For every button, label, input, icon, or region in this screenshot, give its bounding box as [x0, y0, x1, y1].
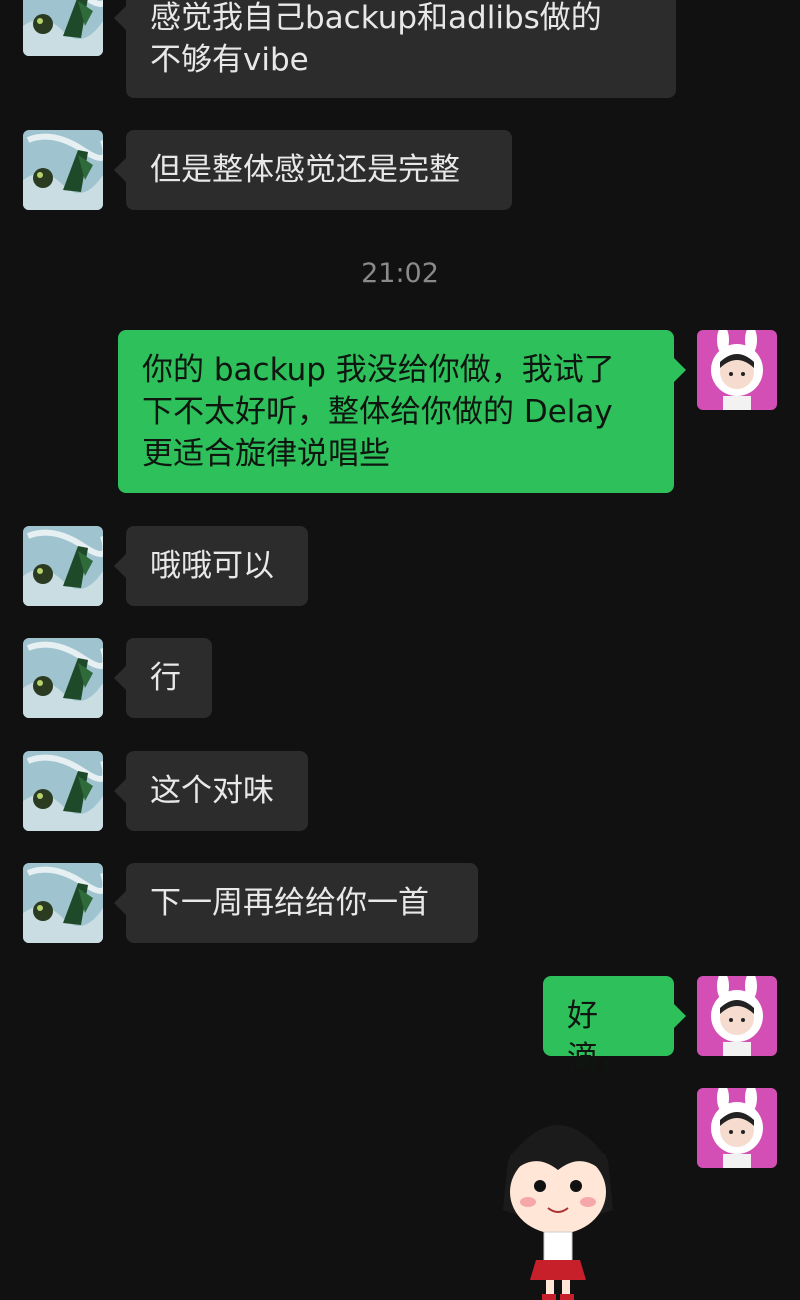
message-bubble[interactable]: 你的 backup 我没给你做，我试了 下不太好听，整体给你做的 Delay 更… — [118, 330, 686, 493]
green-figure-avatar-icon — [23, 526, 103, 606]
message-bubble[interactable]: 哦哦可以 — [114, 526, 308, 606]
message-bubble[interactable]: 行 — [114, 638, 212, 718]
avatar[interactable] — [23, 526, 103, 606]
message-bubble[interactable]: 好滴， — [543, 976, 686, 1076]
message-bubble[interactable]: 感觉我自己backup和adlibs做的 不够有vibe — [114, 0, 676, 98]
green-figure-avatar-icon — [23, 0, 103, 56]
cartoon-girl-sticker-icon[interactable] — [478, 1100, 638, 1300]
my-avatar[interactable] — [697, 976, 777, 1056]
message-bubble[interactable]: 下一周再给给你一首 — [114, 863, 478, 943]
message-bubble[interactable]: 但是整体感觉还是完整 — [114, 130, 512, 210]
my-avatar[interactable] — [697, 1088, 777, 1168]
avatar[interactable] — [23, 863, 103, 943]
green-figure-avatar-icon — [23, 638, 103, 718]
avatar[interactable] — [23, 0, 103, 56]
bunny-hood-girl-avatar-icon — [697, 1088, 777, 1168]
message-bubble[interactable]: 这个对味 — [114, 751, 308, 831]
bunny-hood-girl-avatar-icon — [697, 330, 777, 410]
my-avatar[interactable] — [697, 330, 777, 410]
bunny-hood-girl-avatar-icon — [697, 976, 777, 1056]
timestamp: 21:02 — [361, 258, 439, 289]
avatar[interactable] — [23, 751, 103, 831]
green-figure-avatar-icon — [23, 130, 103, 210]
avatar[interactable] — [23, 130, 103, 210]
avatar[interactable] — [23, 638, 103, 718]
green-figure-avatar-icon — [23, 863, 103, 943]
green-figure-avatar-icon — [23, 751, 103, 831]
